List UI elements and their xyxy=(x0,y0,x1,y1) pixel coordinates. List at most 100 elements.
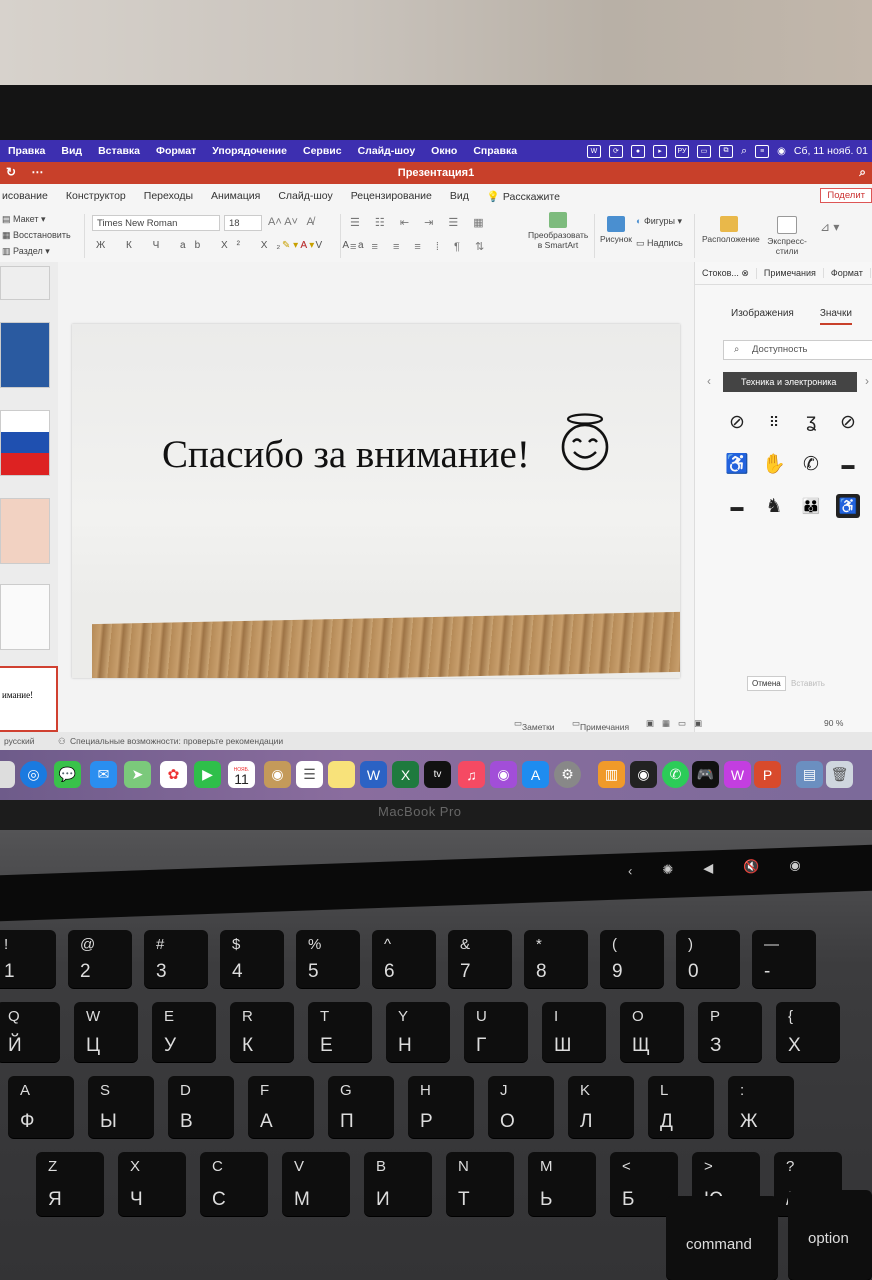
play-icon[interactable]: ▸ xyxy=(652,144,667,158)
smiling-face-halo-icon[interactable] xyxy=(560,412,610,472)
icon-search-input[interactable]: ⌕ Доступность xyxy=(723,340,872,360)
command-key[interactable]: command xyxy=(666,1196,778,1280)
calendar-icon[interactable]: НОЯБ. 11 xyxy=(228,761,255,788)
app-store-icon[interactable]: A xyxy=(522,761,549,788)
font-name-select[interactable]: Times New Roman xyxy=(92,215,220,231)
maps-icon[interactable]: ➤ xyxy=(124,761,151,788)
eye-slash-icon[interactable]: ⊘ xyxy=(725,410,749,434)
keyboard-key[interactable]: XЧ xyxy=(118,1152,186,1216)
keyboard-key[interactable]: ^ 6 xyxy=(372,930,436,988)
text-format-buttons[interactable]: Ж К Ч ab X² X₂ AV Aa xyxy=(96,240,373,251)
chevron-right-icon[interactable]: › xyxy=(865,374,869,388)
ear-slash-icon[interactable]: ʓ xyxy=(799,410,823,434)
keyboard-key[interactable]: QЙ xyxy=(0,1002,60,1062)
tab-draw[interactable]: исование xyxy=(0,190,57,202)
keyboard-key[interactable]: OЩ xyxy=(620,1002,684,1062)
keyboard-key[interactable]: UГ xyxy=(464,1002,528,1062)
phone-volume-icon[interactable]: ✆ xyxy=(799,452,823,476)
keyboard-key[interactable]: MЬ xyxy=(528,1152,596,1216)
align-buttons[interactable]: ≡ ≡ ≡ ≡ ⁞ ¶ ⇅ xyxy=(350,240,490,253)
control-center-icon[interactable]: ≡ xyxy=(755,144,770,158)
mail-icon[interactable]: ✉ xyxy=(90,761,117,788)
restroom-icon[interactable]: 👪 xyxy=(799,494,823,518)
menu-edit[interactable]: Правка xyxy=(0,145,53,157)
chevron-left-icon[interactable]: ‹ xyxy=(707,374,711,388)
language-indicator[interactable]: русский xyxy=(4,736,35,746)
sign-language-icon[interactable]: ✋ xyxy=(762,452,786,476)
caption-icon[interactable]: ▬ xyxy=(725,494,749,518)
close-icon[interactable]: ⊗ xyxy=(741,268,749,278)
keyboard-key[interactable]: TЕ xyxy=(308,1002,372,1062)
system-settings-icon[interactable]: ⚙ xyxy=(554,761,581,788)
keyboard-key[interactable]: IШ xyxy=(542,1002,606,1062)
keyboard-key[interactable]: RК xyxy=(230,1002,294,1062)
view-buttons[interactable]: ▣▦▭▣ xyxy=(646,718,710,729)
textbox-button[interactable]: ▭ Надпись xyxy=(636,238,683,249)
keyboard-key[interactable]: :Ж xyxy=(728,1076,794,1138)
keyboard-key[interactable]: ) 0 xyxy=(676,930,740,988)
keyboard-key[interactable]: (9 xyxy=(600,930,664,988)
accessibility-check[interactable]: Специальные возможности: проверьте реком… xyxy=(70,736,283,746)
reminders-icon[interactable]: ☰ xyxy=(296,761,323,788)
keyboard-key[interactable]: — - xyxy=(752,930,816,988)
music-icon[interactable]: ♫ xyxy=(458,761,485,788)
quick-styles-button[interactable]: Экспресс-стили xyxy=(758,216,816,256)
apple-tv-icon[interactable]: tv xyxy=(424,761,451,788)
keyboard-key[interactable]: & 7 xyxy=(448,930,512,988)
keyboard-key[interactable]: PЗ xyxy=(698,1002,762,1062)
guide-dog-icon[interactable]: ♞ xyxy=(762,494,786,518)
shapes-button[interactable]: ◐ Фигуры ▾ xyxy=(636,216,682,227)
menu-tools[interactable]: Сервис xyxy=(295,145,350,157)
battery-icon[interactable]: ▭ xyxy=(696,144,711,158)
braille-icon[interactable]: ⠿ xyxy=(762,410,786,434)
option-key[interactable]: option xyxy=(788,1190,872,1280)
photos-icon[interactable]: ✿ xyxy=(160,761,187,788)
keyboard-key[interactable]: GП xyxy=(328,1076,394,1138)
facetime-icon[interactable]: ▶ xyxy=(194,761,221,788)
excel-icon[interactable]: X xyxy=(392,761,419,788)
keyboard-key[interactable]: SЫ xyxy=(88,1076,154,1138)
menu-window[interactable]: Окно xyxy=(423,145,465,157)
safari-icon[interactable]: ◎ xyxy=(20,761,47,788)
slide-title[interactable]: Спасибо за внимание! xyxy=(162,432,530,477)
subtab-icons[interactable]: Значки xyxy=(819,308,852,325)
tab-animations[interactable]: Анимация xyxy=(202,190,269,202)
keyboard-key[interactable]: * 8 xyxy=(524,930,588,988)
powerpoint-icon[interactable]: P xyxy=(754,761,781,788)
keyboard-key[interactable]: KЛ xyxy=(568,1076,634,1138)
subtab-images[interactable]: Изображения xyxy=(731,308,794,325)
menu-arrange[interactable]: Упорядочение xyxy=(204,145,295,157)
messages-icon[interactable]: 💬 xyxy=(54,761,81,788)
font-size-select[interactable]: 18 xyxy=(224,215,262,231)
keyboard-key[interactable]: % 5 xyxy=(296,930,360,988)
section-button[interactable]: ▥ Раздел ▾ xyxy=(2,246,50,257)
slide-thumbnail[interactable] xyxy=(0,410,50,476)
keyboard-key[interactable]: @2 xyxy=(68,930,132,988)
books-icon[interactable]: ▥ xyxy=(598,761,625,788)
keyboard-key[interactable]: BИ xyxy=(364,1152,432,1216)
closed-captioning-icon[interactable]: ▬ xyxy=(836,452,860,476)
trash-icon[interactable]: 🗑 xyxy=(826,761,853,788)
menu-help[interactable]: Справка xyxy=(465,145,525,157)
fill-icon[interactable]: ⊿ ▾ xyxy=(820,220,839,234)
whatsapp-icon[interactable]: ✆ xyxy=(662,761,689,788)
share-button[interactable]: Поделит xyxy=(820,188,872,203)
color-app-icon[interactable]: ◉ xyxy=(630,761,657,788)
launchpad-icon[interactable] xyxy=(0,761,15,788)
wheelchair-icon[interactable]: ♿ xyxy=(836,494,860,518)
tab-transitions[interactable]: Переходы xyxy=(135,190,202,202)
keyboard-key[interactable]: CС xyxy=(200,1152,268,1216)
clock[interactable]: Сб, 11 нояб. 01 xyxy=(794,145,868,157)
keyboard-key[interactable]: YН xyxy=(386,1002,450,1062)
vpn-icon[interactable]: ● xyxy=(630,144,645,158)
tell-me[interactable]: 💡 Расскажите xyxy=(478,190,569,203)
keyboard-key[interactable]: HР xyxy=(408,1076,474,1138)
keyboard-layout-icon[interactable]: РУ xyxy=(674,144,689,158)
tab-view[interactable]: Вид xyxy=(441,190,478,202)
category-chip[interactable]: Техника и электроника xyxy=(723,372,857,392)
pane-tab-stock[interactable]: Стоков... ⊗ xyxy=(695,267,757,279)
siri-icon[interactable]: ◉ xyxy=(777,146,786,157)
current-slide[interactable]: Спасибо за внимание! xyxy=(72,324,680,678)
convert-smartart-button[interactable]: Преобразовать в SmartArt xyxy=(528,212,588,250)
downloads-folder-icon[interactable]: ▤ xyxy=(796,761,823,788)
